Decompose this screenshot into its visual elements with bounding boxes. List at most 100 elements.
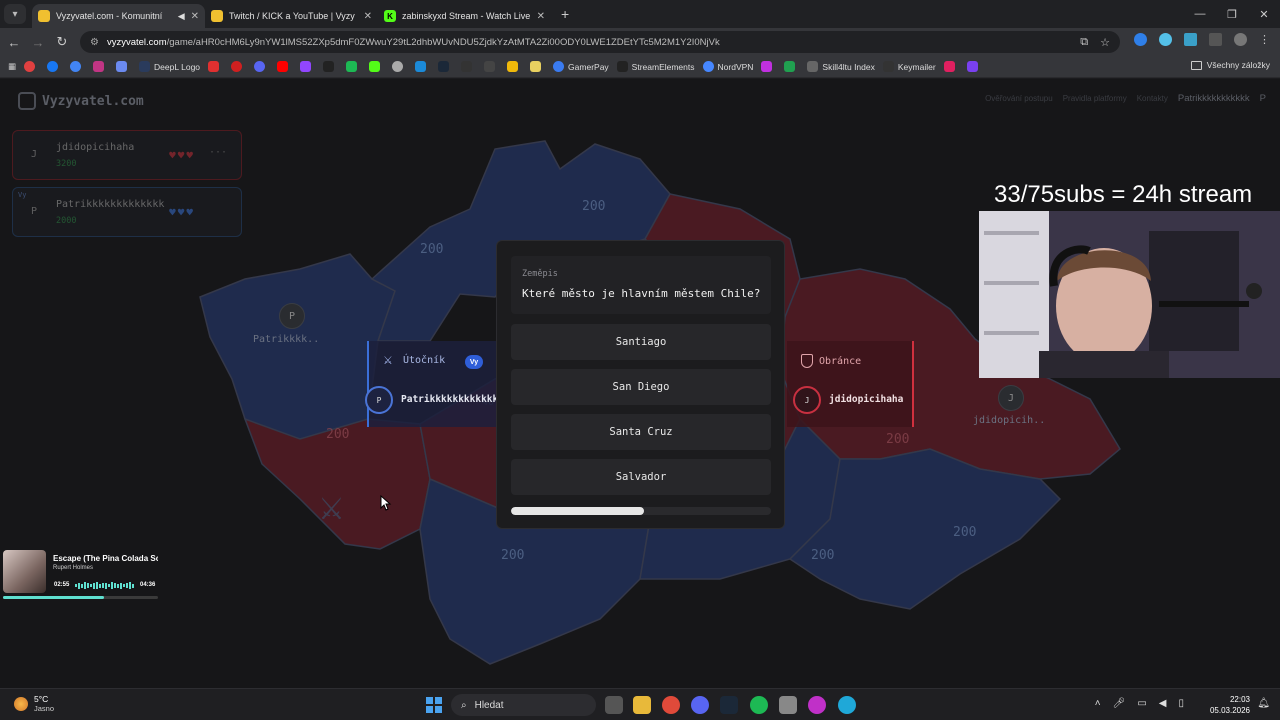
bookmark-icon[interactable] (70, 61, 85, 72)
all-bookmarks-folder[interactable]: Všechny záložky (1190, 60, 1270, 70)
song-progress-fill (3, 596, 104, 599)
timer-bar (511, 507, 771, 515)
windows-start-icon[interactable] (426, 697, 442, 713)
bookmark-icon[interactable] (461, 61, 476, 72)
system-clock[interactable]: 22:03 05.03.2026 (1210, 694, 1250, 716)
install-app-icon[interactable]: ⧉ (1080, 36, 1088, 49)
site-info-icon[interactable]: ⚙ (90, 37, 99, 48)
file-explorer-icon[interactable] (633, 696, 651, 714)
answer-option[interactable]: Santa Cruz (511, 414, 771, 450)
spotify-icon[interactable] (750, 696, 768, 714)
bookmark-gamerpay[interactable]: GamerPay (553, 61, 609, 72)
site-logo[interactable]: Vyzyvatel.com (18, 92, 144, 110)
current-user-avatar[interactable]: P (1260, 93, 1266, 104)
region-owner-name: jdidopicih.. (973, 415, 1046, 426)
bookmark-keymailer[interactable]: Keymailer (882, 61, 936, 72)
network-icon[interactable]: ▭ (1137, 698, 1146, 709)
bookmark-icon[interactable] (415, 61, 430, 72)
speaker-icon[interactable]: ◀︎ (178, 11, 185, 22)
tab-search-button[interactable]: ▾ (4, 4, 26, 24)
microphone-icon[interactable]: 🎤︎ (1113, 698, 1126, 709)
url-bar[interactable]: ⚙ vyzyvatel.com/game/aHR0cHM6Ly9nYW1lMS5… (80, 31, 1120, 53)
bookmark-icon[interactable] (116, 61, 131, 72)
tab-title: Twitch / KICK a YouTube | Vyzy (229, 11, 355, 21)
volume-icon[interactable]: ◀︎ (1159, 698, 1167, 709)
bookmark-icon[interactable] (300, 61, 315, 72)
extension-icon[interactable] (1134, 33, 1147, 46)
defender-label: Obránce (819, 356, 862, 367)
nav-link[interactable]: Ověřování postupu (985, 94, 1053, 103)
tab-twitch-kick[interactable]: Twitch / KICK a YouTube | Vyzy ✕ (205, 4, 378, 28)
bookmark-icon[interactable] (507, 61, 522, 72)
profile-avatar[interactable] (1234, 33, 1247, 46)
new-tab-icon[interactable]: + (561, 6, 569, 22)
bookmark-icon[interactable] (231, 61, 246, 72)
task-view-icon[interactable] (605, 696, 623, 714)
more-icon[interactable]: ··· (209, 147, 227, 158)
waveform-bar (108, 584, 110, 587)
settings-icon[interactable] (779, 696, 797, 714)
back-icon[interactable]: ← (2, 35, 26, 50)
bookmark-icon[interactable] (24, 61, 39, 72)
logo-text: Vyzyvatel.com (42, 93, 144, 109)
bookmark-skill4ltu[interactable]: Skill4ltu Index (807, 61, 875, 72)
battery-icon[interactable]: ▯ (1178, 698, 1184, 709)
kick-favicon-icon: K (384, 10, 396, 22)
chevron-up-icon[interactable]: ˄ (1095, 698, 1101, 709)
bookmark-star-icon[interactable]: ☆ (1100, 36, 1110, 49)
discord-icon[interactable] (691, 696, 709, 714)
player-avatar: P (31, 206, 38, 217)
minimize-icon[interactable]: — (1184, 0, 1216, 28)
bookmark-icon[interactable] (47, 61, 62, 72)
weather-widget[interactable]: 5°C Jasno (14, 694, 54, 713)
taskbar-search[interactable]: ⌕ Hledat (451, 694, 596, 716)
bookmark-icon[interactable] (93, 61, 108, 72)
chrome-icon[interactable] (662, 696, 680, 714)
bookmark-icon[interactable] (966, 61, 982, 72)
edge-icon[interactable] (838, 696, 856, 714)
bookmark-icon[interactable] (323, 61, 338, 72)
bookmark-icon[interactable] (784, 61, 799, 72)
bookmark-icon[interactable] (277, 61, 292, 72)
bookmark-icon[interactable] (208, 61, 223, 72)
extension-icon[interactable] (1159, 33, 1172, 46)
close-tab-icon[interactable]: ✕ (191, 11, 199, 22)
bookmark-icon[interactable] (346, 61, 361, 72)
answer-option[interactable]: Santiago (511, 324, 771, 360)
waveform-bar (75, 584, 77, 587)
bookmark-icon[interactable] (392, 61, 407, 72)
region-value-label: 200 (501, 548, 525, 563)
bookmark-icon[interactable] (761, 61, 776, 72)
bookmark-icon[interactable] (530, 61, 545, 72)
menu-kebab-icon[interactable]: ⋮ (1259, 33, 1270, 46)
nav-link[interactable]: Kontakty (1137, 94, 1168, 103)
map-region-west[interactable] (199, 253, 396, 448)
extension-icon[interactable] (1184, 33, 1197, 46)
reload-icon[interactable]: ↻ (50, 34, 74, 50)
bookmark-icon[interactable] (484, 61, 499, 72)
bookmark-icon[interactable] (254, 61, 269, 72)
current-user-name[interactable]: Patrikkkkkkkkkkk (1178, 93, 1250, 104)
answer-option[interactable]: San Diego (511, 369, 771, 405)
forward-icon[interactable]: → (26, 35, 50, 50)
window-close-icon[interactable]: ✕ (1248, 0, 1280, 28)
bookmark-icon[interactable] (943, 61, 959, 72)
app-icon[interactable] (808, 696, 826, 714)
puzzle-icon[interactable] (1209, 33, 1222, 46)
apps-grid-icon[interactable]: ▦ (8, 61, 16, 72)
bookmark-deepl[interactable]: DeepL Logo (139, 61, 200, 72)
tab-vyzyvatel[interactable]: Vyzyvatel.com - Komunitní ◀︎ ✕ (32, 4, 205, 28)
bookmark-nordvpn[interactable]: NordVPN (702, 61, 753, 72)
answer-option[interactable]: Salvador (511, 459, 771, 495)
bookmark-streamelements[interactable]: StreamElements (616, 61, 695, 72)
restore-icon[interactable]: ❐ (1216, 0, 1248, 28)
bookmark-icon[interactable] (369, 61, 384, 72)
steam-icon[interactable] (720, 696, 738, 714)
notification-bell-icon[interactable]: 🔔︎ (1257, 698, 1270, 709)
close-tab-icon[interactable]: ✕ (537, 11, 545, 22)
waveform-bar (117, 583, 119, 588)
tab-kick-stream[interactable]: K zabinskyxd Stream - Watch Live ✕ (378, 4, 551, 28)
nav-link[interactable]: Pravidla platformy (1063, 94, 1127, 103)
bookmark-icon[interactable] (438, 61, 453, 72)
close-tab-icon[interactable]: ✕ (364, 11, 372, 22)
